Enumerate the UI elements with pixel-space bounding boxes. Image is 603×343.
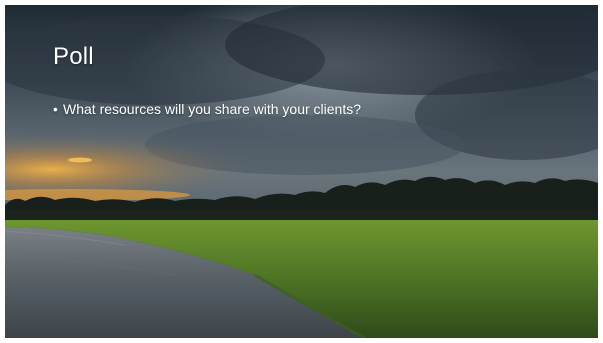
bullet-list: • What resources will you share with your… <box>53 100 361 118</box>
bullet-marker: • <box>53 101 58 117</box>
slide-title: Poll <box>53 43 94 70</box>
slide: Poll • What resources will you share with… <box>5 5 598 338</box>
bullet-text: What resources will you share with your … <box>63 101 362 117</box>
bullet-item: • What resources will you share with your… <box>53 100 361 118</box>
